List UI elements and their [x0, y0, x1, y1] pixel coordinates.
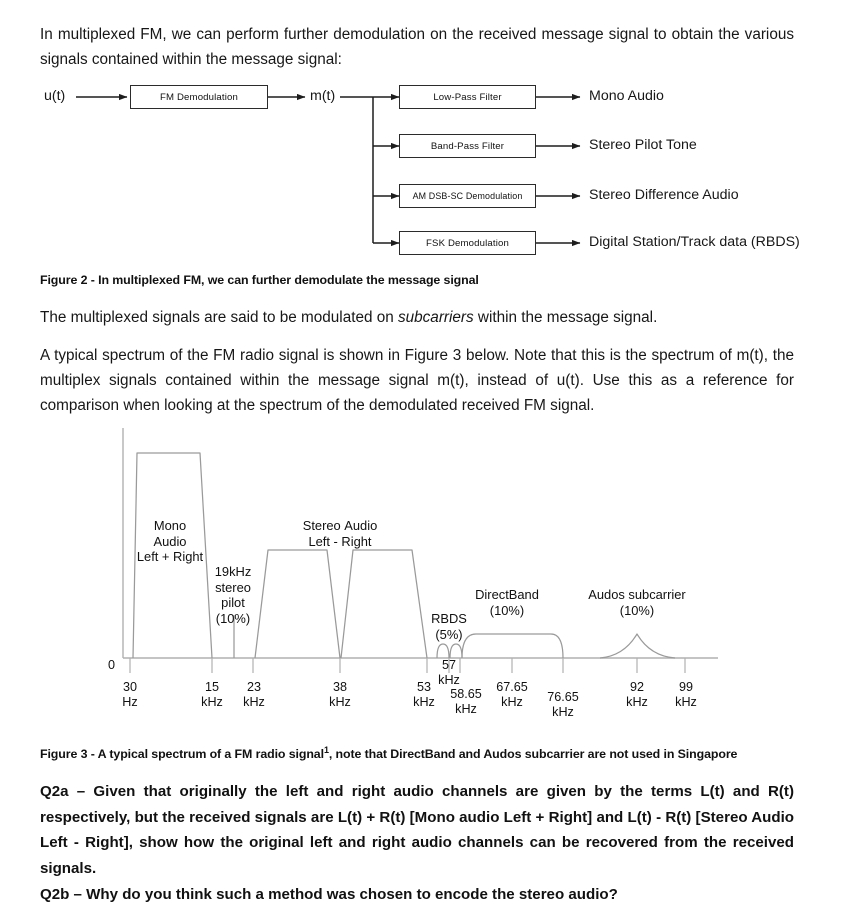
block-low-pass-filter: Low-Pass Filter	[399, 85, 536, 109]
trace-directband	[461, 633, 564, 659]
xtick-label-7665khz: 76.65 kHz	[547, 690, 579, 719]
xtick-label-23khz: 23 kHz	[243, 680, 265, 709]
xtick-label-99khz: 99 kHz	[675, 680, 697, 709]
xtick-label-53khz: 53 kHz	[413, 680, 435, 709]
output-digital-station-track-data: Digital Station/Track data (RBDS)	[589, 234, 800, 250]
subcarriers-emphasis: subcarriers	[398, 309, 474, 326]
chart-axes	[122, 428, 718, 659]
spectrum-description-paragraph: A typical spectrum of the FM radio signa…	[40, 347, 794, 414]
xtick-label-5865khz: 58.65 kHz	[450, 687, 482, 716]
trace-rbds-bump-1	[436, 643, 450, 659]
xtick-label-38khz: 38 kHz	[329, 680, 351, 709]
xtick-label-30hz: 30 Hz	[122, 680, 138, 709]
xtick-label-92khz: 92 kHz	[626, 680, 648, 709]
figure3-caption-post: , note that DirectBand and Audos subcarr…	[328, 747, 738, 762]
trace-audos-subcarrier	[599, 633, 676, 659]
question-q2a: Q2a – Given that originally the left and…	[40, 783, 794, 877]
output-mono-audio: Mono Audio	[589, 88, 664, 104]
diagram-input-label: u(t)	[44, 88, 66, 104]
block-am-dsb-sc-demodulation: AM DSB-SC Demodulation	[399, 184, 536, 208]
band-label-directband: DirectBand (10%)	[475, 587, 539, 618]
figure2-caption: Figure 2 - In multiplexed FM, we can fur…	[40, 273, 479, 287]
xtick-label-6765khz: 67.65 kHz	[496, 680, 528, 709]
xtick-label-15khz: 15 kHz	[201, 680, 223, 709]
xtick-label-57khz: 57 kHz	[438, 658, 460, 687]
document-page: In multiplexed FM, we can perform furthe…	[0, 0, 868, 919]
subcarriers-paragraph: The multiplexed signals are said to be m…	[40, 305, 794, 330]
output-stereo-pilot-tone: Stereo Pilot Tone	[589, 137, 697, 153]
band-label-rbds: RBDS (5%)	[431, 611, 467, 642]
band-label-audos-subcarrier: Audos subcarrier (10%)	[588, 587, 686, 618]
block-fm-demodulation: FM Demodulation	[130, 85, 268, 109]
trace-stereo-lower-sideband	[254, 549, 341, 659]
band-label-stereo-pilot: 19kHz stereo pilot (10%)	[214, 564, 252, 626]
spectrum-traces	[132, 452, 676, 659]
band-label-mono-audio: Mono Audio Left + Right	[136, 518, 204, 564]
figure3-caption: Figure 3 - A typical spectrum of a FM ra…	[40, 745, 830, 761]
figure3-spectrum-chart: 0 Mono Audio Left + Right 19kHz stereo pilot…	[0, 415, 868, 735]
question-q2b: Q2b – Why do you think such a method was…	[40, 886, 618, 903]
chart-xticks	[129, 658, 686, 673]
diagram-mid-label: m(t)	[310, 88, 336, 104]
block-band-pass-filter: Band-Pass Filter	[399, 134, 536, 158]
band-label-stereo-audio: Stereo Audio Left - Right	[302, 518, 378, 549]
block-fsk-demodulation: FSK Demodulation	[399, 231, 536, 255]
figure2-block-diagram: u(t) FM Demodulation m(t) Low-Pass Filte…	[0, 0, 868, 270]
subcarriers-text-pre: The multiplexed signals are said to be m…	[40, 309, 398, 326]
output-stereo-difference-audio: Stereo Difference Audio	[589, 187, 739, 203]
subcarriers-text-post: within the message signal.	[473, 309, 658, 326]
figure3-caption-pre: Figure 3 - A typical spectrum of a FM ra…	[40, 747, 324, 762]
trace-rbds-bump-2	[449, 643, 463, 659]
chart-origin-label: 0	[108, 658, 116, 672]
trace-stereo-upper-sideband	[340, 549, 428, 659]
